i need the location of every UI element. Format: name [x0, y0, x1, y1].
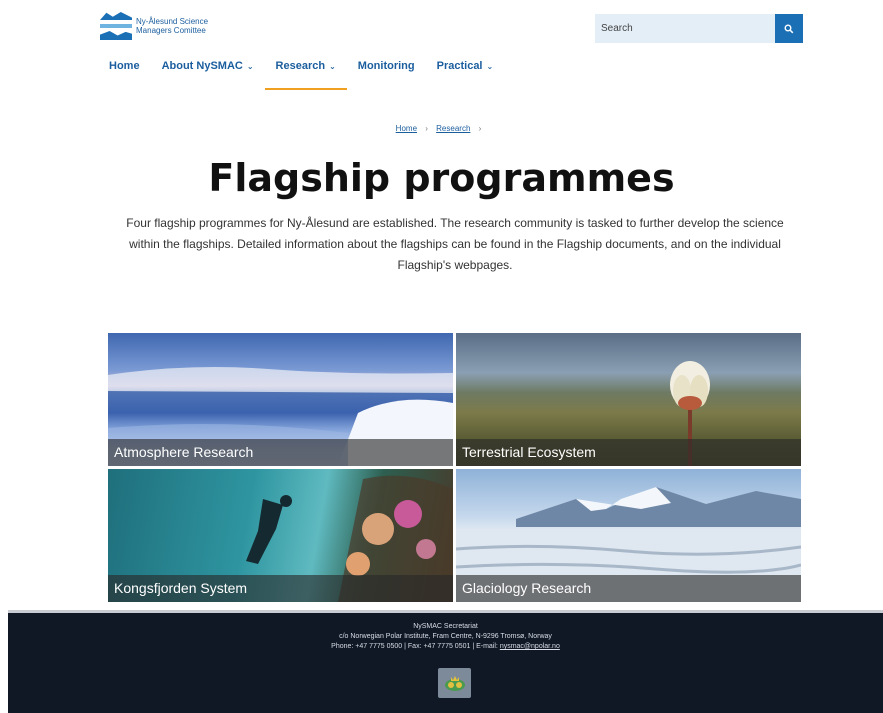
nav-item-home[interactable]: Home [98, 60, 151, 90]
logo-mark-icon [100, 12, 132, 40]
flagship-label: Glaciology Research [456, 575, 801, 602]
chevron-down-icon: ⌄ [329, 62, 336, 71]
logo-text: Ny-Ålesund Science Managers Comittee [136, 17, 208, 35]
nav-item-about[interactable]: About NySMAC ⌄ [151, 60, 265, 90]
search-input[interactable] [595, 14, 775, 43]
flagship-grid: Atmosphere Research Terrestrial Ecosyste… [108, 333, 802, 602]
breadcrumb-home-link[interactable]: Home [396, 124, 417, 133]
flagship-label: Atmosphere Research [108, 439, 453, 466]
flagship-tile-glaciology[interactable]: Glaciology Research [456, 469, 801, 602]
nav-label: Monitoring [357, 60, 415, 72]
footer-line-2: c/o Norwegian Polar Institute, Fram Cent… [339, 633, 552, 640]
logo-line-1: Ny-Ålesund Science [136, 17, 209, 26]
footer-line-1: NySMAC Secretariat [413, 623, 478, 630]
flagship-label: Kongsfjorden System [108, 575, 453, 602]
page-intro: Four flagship programmes for Ny-Ålesund … [126, 216, 784, 272]
nav-item-monitoring[interactable]: Monitoring [347, 60, 426, 90]
site-footer: NySMAC Secretariat c/o Norwegian Polar I… [8, 610, 883, 713]
breadcrumb-separator: › [425, 124, 428, 133]
chevron-down-icon: ⌄ [486, 62, 494, 71]
page-title: Flagship programmes [208, 156, 675, 200]
logo-line-2: Managers Comittee [136, 26, 206, 35]
main-nav: Home About NySMAC ⌄ Research ⌄ Monitorin… [98, 60, 504, 90]
flagship-tile-kongsfjorden[interactable]: Kongsfjorden System [108, 469, 453, 602]
nav-label: Practical [436, 60, 483, 72]
site-header: Ny-Ålesund Science Managers Comittee Hom… [0, 0, 883, 96]
nav-item-research[interactable]: Research ⌄ [264, 60, 348, 90]
breadcrumb-research-link[interactable]: Research [436, 124, 470, 133]
nav-label: Home [109, 60, 140, 72]
chevron-down-icon: ⌄ [246, 62, 254, 71]
search-button[interactable] [775, 14, 803, 43]
footer-emblem-icon [438, 668, 471, 698]
breadcrumb: Home › Research › [0, 124, 883, 133]
search-bar [595, 14, 803, 43]
breadcrumb-separator: › [478, 124, 482, 133]
footer-email-link[interactable]: nysmac@npolar.no [500, 643, 560, 650]
flagship-tile-terrestrial[interactable]: Terrestrial Ecosystem [456, 333, 801, 466]
nav-label: Research [275, 60, 326, 72]
site-logo[interactable]: Ny-Ålesund Science Managers Comittee [100, 12, 208, 40]
flagship-label: Terrestrial Ecosystem [456, 439, 801, 466]
footer-phone-fax: Phone: +47 7775 0500 | Fax: +47 7775 050… [331, 643, 500, 650]
nav-item-practical[interactable]: Practical ⌄ [426, 60, 505, 90]
footer-contact: NySMAC Secretariat c/o Norwegian Polar I… [8, 622, 883, 652]
flagship-tile-atmosphere[interactable]: Atmosphere Research [108, 333, 453, 466]
search-icon [784, 24, 794, 33]
nav-label: About NySMAC [161, 60, 243, 72]
footer-line-3: Phone: +47 7775 0500 | Fax: +47 7775 050… [8, 642, 883, 652]
